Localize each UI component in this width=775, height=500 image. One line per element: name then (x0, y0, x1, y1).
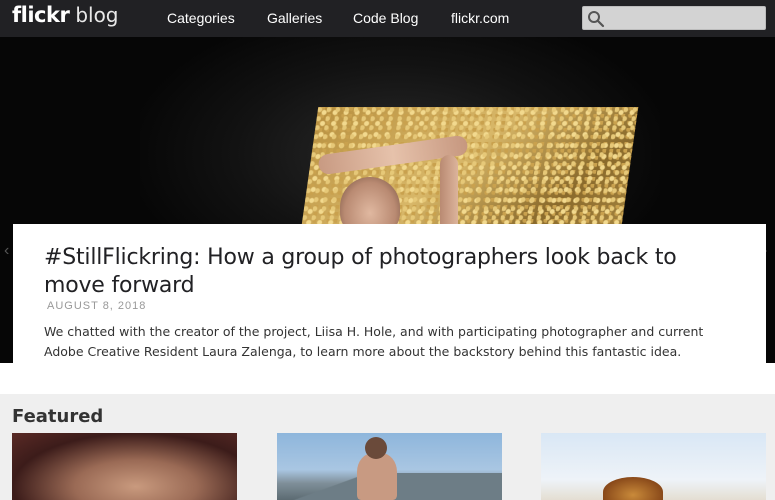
featured-thumb-2[interactable] (277, 433, 502, 500)
nav-flickr-com-link[interactable]: flickr.com (451, 10, 509, 26)
featured-thumb-1[interactable] (12, 433, 237, 500)
article-date: AUGUST 8, 2018 (47, 300, 147, 312)
hero-figure-forearm (440, 155, 458, 235)
nav-galleries-link[interactable]: Galleries (267, 10, 322, 26)
article-excerpt: We chatted with the creator of the proje… (44, 324, 704, 359)
thumb-person-head (365, 437, 387, 459)
featured-thumb-3[interactable] (541, 433, 766, 500)
article-title[interactable]: #StillFlickring: How a group of photogra… (44, 244, 724, 300)
search-box (582, 6, 766, 30)
top-navigation-bar: flickr blog Categories Galleries Code Bl… (0, 0, 775, 37)
search-input[interactable] (607, 9, 761, 27)
featured-section: Featured (0, 394, 775, 500)
search-icon[interactable] (587, 10, 605, 28)
chevron-left-icon[interactable]: ‹ (4, 242, 9, 260)
logo-blog-text: blog (75, 3, 119, 27)
nav-code-blog-link[interactable]: Code Blog (353, 10, 418, 26)
nav-categories-link[interactable]: Categories (167, 10, 235, 26)
thumb-person-body (357, 453, 397, 500)
logo-flickr-text: flickr (12, 3, 70, 27)
featured-article-card[interactable]: #StillFlickring: How a group of photogra… (13, 224, 766, 363)
thumb-tree (603, 477, 663, 500)
flickr-blog-logo[interactable]: flickr blog (12, 3, 119, 33)
featured-heading: Featured (12, 406, 104, 427)
